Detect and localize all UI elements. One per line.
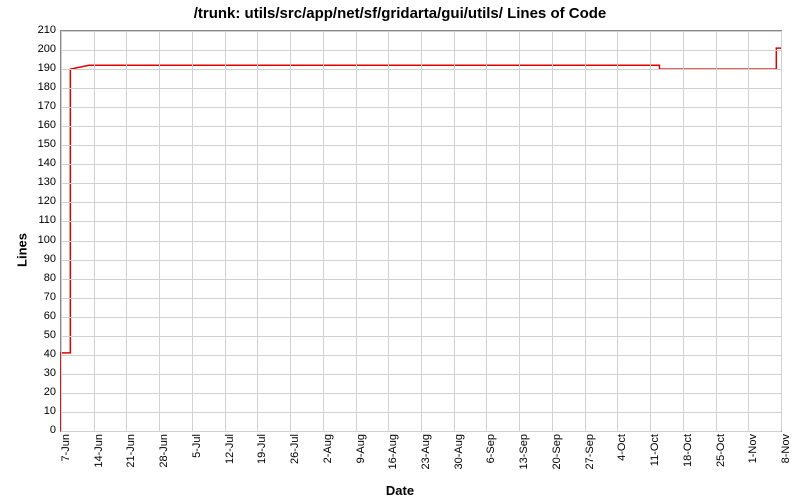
grid-line xyxy=(454,31,455,431)
grid-line xyxy=(716,31,717,431)
grid-line xyxy=(617,31,618,431)
y-tick-label: 10 xyxy=(26,405,56,417)
grid-line xyxy=(650,31,651,431)
y-tick-label: 160 xyxy=(26,119,56,131)
grid-line xyxy=(290,31,291,431)
y-tick-label: 80 xyxy=(26,272,56,284)
x-tick-label: 4-Oct xyxy=(616,434,628,484)
x-tick-label: 6-Sep xyxy=(485,434,497,484)
y-tick-label: 140 xyxy=(26,157,56,169)
x-tick-label: 11-Oct xyxy=(649,434,661,484)
y-tick-label: 200 xyxy=(26,43,56,55)
x-tick-label: 25-Oct xyxy=(715,434,727,484)
y-tick-label: 40 xyxy=(26,348,56,360)
x-tick-label: 12-Jul xyxy=(224,434,236,484)
grid-line xyxy=(421,31,422,431)
grid-line xyxy=(94,31,95,431)
y-tick-label: 50 xyxy=(26,329,56,341)
x-tick-label: 7-Jun xyxy=(60,434,72,484)
grid-line xyxy=(257,31,258,431)
y-tick-label: 20 xyxy=(26,386,56,398)
x-tick-label: 28-Jun xyxy=(158,434,170,484)
grid-line xyxy=(159,31,160,431)
grid-line xyxy=(61,431,781,432)
y-tick-label: 190 xyxy=(26,62,56,74)
chart: /trunk: utils/src/app/net/sf/gridarta/gu… xyxy=(0,0,800,500)
chart-title: /trunk: utils/src/app/net/sf/gridarta/gu… xyxy=(0,5,800,22)
x-tick-label: 19-Jul xyxy=(256,434,268,484)
x-tick-label: 8-Nov xyxy=(780,434,792,484)
x-tick-label: 26-Jul xyxy=(289,434,301,484)
grid-line xyxy=(323,31,324,431)
plot-area xyxy=(60,30,782,432)
x-tick-label: 27-Sep xyxy=(584,434,596,484)
grid-line xyxy=(486,31,487,431)
y-tick-label: 90 xyxy=(26,253,56,265)
x-tick-label: 20-Sep xyxy=(551,434,563,484)
y-tick-label: 30 xyxy=(26,367,56,379)
x-tick-label: 23-Aug xyxy=(420,434,432,484)
y-tick-label: 120 xyxy=(26,195,56,207)
grid-line xyxy=(683,31,684,431)
y-tick-label: 210 xyxy=(26,24,56,36)
x-tick-label: 13-Sep xyxy=(518,434,530,484)
x-tick-label: 21-Jun xyxy=(125,434,137,484)
x-tick-label: 16-Aug xyxy=(387,434,399,484)
grid-line xyxy=(388,31,389,431)
x-tick-label: 2-Aug xyxy=(322,434,334,484)
x-tick-label: 9-Aug xyxy=(355,434,367,484)
y-tick-label: 100 xyxy=(26,234,56,246)
grid-line xyxy=(781,31,782,431)
grid-line xyxy=(225,31,226,431)
grid-line xyxy=(126,31,127,431)
y-tick-label: 60 xyxy=(26,310,56,322)
y-tick-label: 0 xyxy=(26,424,56,436)
y-tick-label: 110 xyxy=(26,214,56,226)
x-tick-label: 5-Jul xyxy=(191,434,203,484)
grid-line xyxy=(61,31,62,431)
grid-line xyxy=(552,31,553,431)
x-tick-label: 30-Aug xyxy=(453,434,465,484)
x-tick-label: 18-Oct xyxy=(682,434,694,484)
y-tick-label: 70 xyxy=(26,291,56,303)
grid-line xyxy=(192,31,193,431)
x-tick-label: 1-Nov xyxy=(747,434,759,484)
grid-line xyxy=(519,31,520,431)
grid-line xyxy=(356,31,357,431)
grid-line xyxy=(748,31,749,431)
y-tick-label: 150 xyxy=(26,138,56,150)
y-tick-label: 130 xyxy=(26,176,56,188)
x-tick-label: 14-Jun xyxy=(93,434,105,484)
y-tick-label: 180 xyxy=(26,81,56,93)
grid-line xyxy=(585,31,586,431)
y-tick-label: 170 xyxy=(26,100,56,112)
x-axis-label: Date xyxy=(0,483,800,498)
